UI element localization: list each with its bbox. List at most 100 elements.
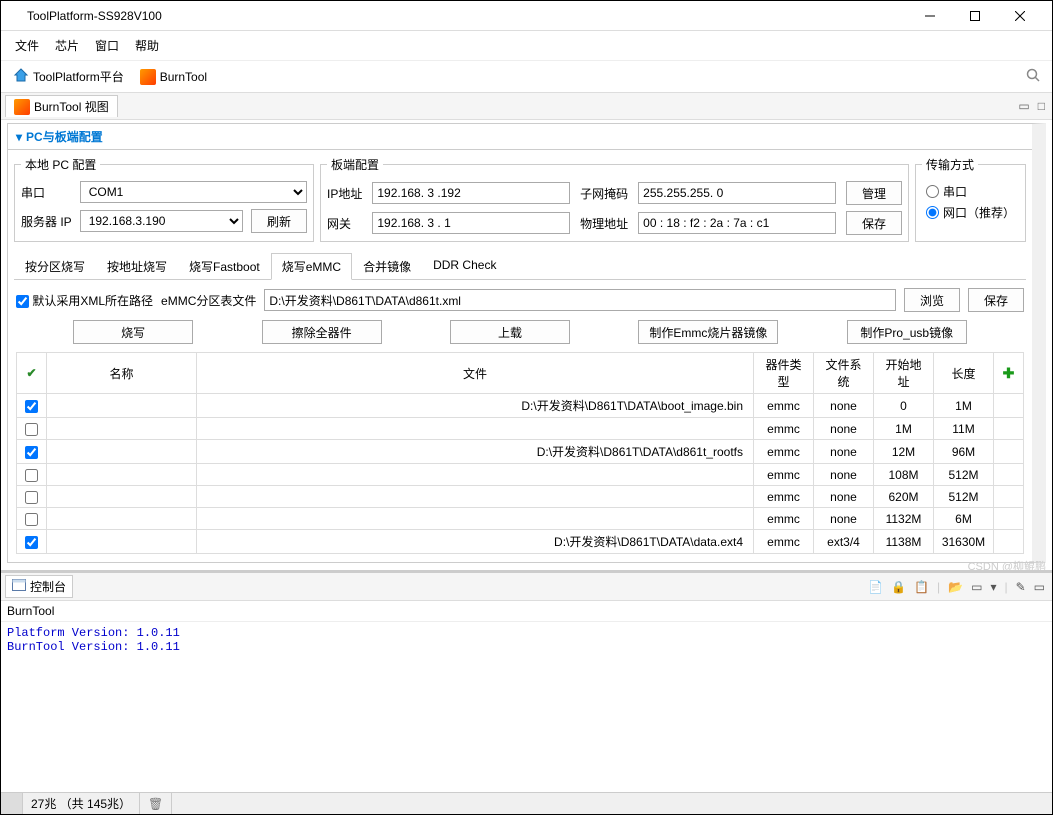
- close-button[interactable]: [997, 1, 1042, 31]
- row-check[interactable]: [25, 513, 38, 526]
- cell-dev: emmc: [754, 394, 814, 418]
- console-tool-7[interactable]: ▭: [1031, 579, 1048, 595]
- view-minimize-icon[interactable]: ▭: [1015, 99, 1032, 113]
- erase-button[interactable]: 擦除全器件: [262, 320, 382, 344]
- browse-button[interactable]: 浏览: [904, 288, 960, 312]
- fieldset-pc: 本地 PC 配置 串口 COM1 服务器 IP 192.168.3.190 刷新: [14, 156, 314, 242]
- console-tab[interactable]: 控制台: [5, 575, 73, 598]
- tab-address[interactable]: 按地址烧写: [96, 253, 178, 280]
- tab-ddr[interactable]: DDR Check: [422, 253, 507, 280]
- cell-fs: none: [814, 394, 874, 418]
- table-row[interactable]: D:\开发资料\D861T\DATA\data.ext4emmcext3/411…: [17, 530, 1024, 554]
- xml-default-check[interactable]: 默认采用XML所在路径: [16, 292, 153, 309]
- table-row[interactable]: D:\开发资料\D861T\DATA\boot_image.binemmcnon…: [17, 394, 1024, 418]
- col-fs: 文件系统: [814, 353, 874, 394]
- row-check[interactable]: [25, 469, 38, 482]
- console-tool-1[interactable]: 📄: [865, 579, 886, 595]
- refresh-button[interactable]: 刷新: [251, 209, 307, 233]
- tab-body-emmc: 默认采用XML所在路径 eMMC分区表文件 浏览 保存 烧写 擦除全器件 上载 …: [8, 280, 1032, 562]
- console-tool-5[interactable]: ▭: [968, 579, 985, 595]
- cell-file: D:\开发资料\D861T\DATA\data.ext4: [197, 530, 754, 554]
- tab-merge[interactable]: 合并镜像: [352, 253, 422, 280]
- manage-button[interactable]: 管理: [846, 181, 902, 205]
- view-maximize-icon[interactable]: □: [1035, 99, 1048, 113]
- tab-partition[interactable]: 按分区烧写: [14, 253, 96, 280]
- col-name: 名称: [47, 353, 197, 394]
- make-pro-button[interactable]: 制作Pro_usb镜像: [847, 320, 967, 344]
- make-emmc-button[interactable]: 制作Emmc烧片器镜像: [638, 320, 778, 344]
- cell-dev: emmc: [754, 418, 814, 440]
- console-tool-lock-icon[interactable]: 🔒: [888, 579, 909, 595]
- cell-name: [47, 508, 197, 530]
- serial-select[interactable]: COM1: [80, 181, 307, 203]
- window-title: ToolPlatform-SS928V100: [27, 9, 907, 23]
- console-tool-3[interactable]: 📋: [911, 579, 932, 595]
- board-legend: 板端配置: [327, 156, 383, 173]
- menu-chip[interactable]: 芯片: [49, 35, 85, 56]
- search-icon[interactable]: [1026, 68, 1046, 85]
- menu-window[interactable]: 窗口: [89, 35, 125, 56]
- table-row[interactable]: emmcnone108M512M: [17, 464, 1024, 486]
- cell-start: 12M: [874, 440, 934, 464]
- col-file: 文件: [197, 353, 754, 394]
- upload-button[interactable]: 上载: [450, 320, 570, 344]
- view-tab-bar: BurnTool 视图 ▭ □: [1, 93, 1052, 120]
- console-tool-4[interactable]: 📂: [945, 579, 966, 595]
- menu-file[interactable]: 文件: [9, 35, 45, 56]
- cell-start: 108M: [874, 464, 934, 486]
- maximize-button[interactable]: [952, 1, 997, 31]
- cell-len: 6M: [934, 508, 994, 530]
- row-check[interactable]: [25, 491, 38, 504]
- cell-file: [197, 418, 754, 440]
- server-ip-label: 服务器 IP: [21, 213, 72, 230]
- toolbar-platform[interactable]: ToolPlatform平台: [7, 65, 130, 88]
- ip-label: IP地址: [327, 185, 362, 202]
- check-all-icon[interactable]: ✔: [26, 366, 36, 380]
- menu-bar: 文件 芯片 窗口 帮助: [1, 31, 1052, 61]
- mask-input[interactable]: [638, 182, 836, 204]
- cell-name: [47, 464, 197, 486]
- cell-len: 512M: [934, 464, 994, 486]
- ip-input[interactable]: [372, 182, 570, 204]
- table-header-row: ✔ 名称 文件 器件类型 文件系统 开始地址 长度 ✚: [17, 353, 1024, 394]
- board-save-button[interactable]: 保存: [846, 211, 902, 235]
- pc-legend: 本地 PC 配置: [21, 156, 100, 173]
- xml-save-button[interactable]: 保存: [968, 288, 1024, 312]
- table-row[interactable]: emmcnone620M512M: [17, 486, 1024, 508]
- row-check[interactable]: [25, 400, 38, 413]
- view-tab-burntool[interactable]: BurnTool 视图: [5, 95, 118, 117]
- cell-fs: none: [814, 486, 874, 508]
- burn-button[interactable]: 烧写: [73, 320, 193, 344]
- minimize-button[interactable]: [907, 1, 952, 31]
- xml-path-input[interactable]: [264, 289, 896, 311]
- server-ip-select[interactable]: 192.168.3.190: [80, 210, 243, 232]
- serial-label: 串口: [21, 184, 72, 201]
- cell-action: [994, 508, 1024, 530]
- row-check[interactable]: [25, 536, 38, 549]
- cell-action: [994, 418, 1024, 440]
- console-tool-dropdown-icon[interactable]: ▾: [987, 579, 999, 595]
- row-check[interactable]: [25, 423, 38, 436]
- mac-label: 物理地址: [580, 215, 628, 232]
- console-panel: 控制台 📄 🔒 📋 | 📂 ▭ ▾ | ✎ ▭ BurnTool Platfor…: [1, 570, 1052, 792]
- cell-start: 620M: [874, 486, 934, 508]
- table-row[interactable]: D:\开发资料\D861T\DATA\d861t_rootfsemmcnone1…: [17, 440, 1024, 464]
- add-row-icon[interactable]: ✚: [1003, 365, 1015, 381]
- table-row[interactable]: emmcnone1M11M: [17, 418, 1024, 440]
- radio-net[interactable]: 网口（推荐）: [926, 204, 1015, 221]
- table-row[interactable]: emmcnone1132M6M: [17, 508, 1024, 530]
- accordion-header[interactable]: ▾ PC与板端配置: [8, 124, 1032, 150]
- console-tool-6[interactable]: ✎: [1013, 579, 1029, 595]
- app-icon: [11, 8, 27, 24]
- console-output[interactable]: Platform Version: 1.0.11 BurnTool Versio…: [1, 622, 1052, 792]
- trash-icon[interactable]: 🗑: [148, 797, 163, 811]
- row-check[interactable]: [25, 446, 38, 459]
- mac-input[interactable]: [638, 212, 836, 234]
- menu-help[interactable]: 帮助: [129, 35, 165, 56]
- tab-emmc[interactable]: 烧写eMMC: [271, 253, 352, 280]
- gw-input[interactable]: [372, 212, 570, 234]
- tab-fastboot[interactable]: 烧写Fastboot: [178, 253, 271, 280]
- burn-icon: [140, 69, 156, 85]
- radio-serial[interactable]: 串口: [926, 183, 1015, 200]
- toolbar-burntool[interactable]: BurnTool: [134, 67, 213, 87]
